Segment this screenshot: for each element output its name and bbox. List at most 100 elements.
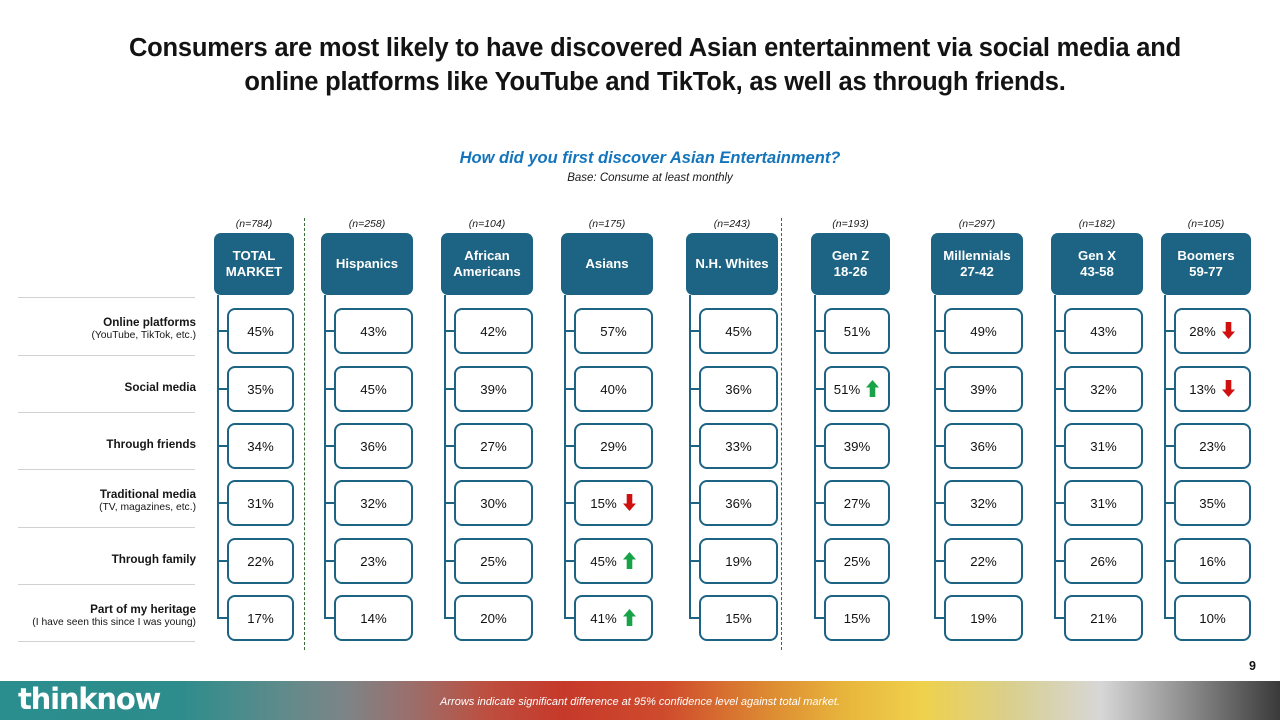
row-label-sub: (TV, magazines, etc.) [99,502,196,514]
data-cell[interactable]: 27% [824,480,890,526]
data-cell[interactable]: 45% [574,538,653,584]
column-header-4[interactable]: Asians [561,233,653,295]
connector-tick [217,560,227,563]
data-cell[interactable]: 42% [454,308,533,354]
connector-tick [934,388,944,391]
cell-value: 42% [480,323,507,339]
cell-value: 32% [1090,381,1117,397]
column-header-7[interactable]: Millennials 27-42 [931,233,1023,295]
column-sample-size: (n=193) [832,218,869,230]
cell-value: 26% [1090,553,1117,569]
data-cell[interactable]: 36% [944,423,1023,469]
data-cell[interactable]: 40% [574,366,653,412]
cell-value: 45% [360,381,387,397]
connector-tick [444,617,454,620]
data-cell[interactable]: 23% [334,538,413,584]
data-cell[interactable]: 43% [1064,308,1143,354]
data-cell[interactable]: 29% [574,423,653,469]
data-cell[interactable]: 33% [699,423,778,469]
data-cell[interactable]: 36% [699,366,778,412]
data-cell[interactable]: 51% [824,308,890,354]
column-header-3[interactable]: African Americans [441,233,533,295]
cell-value: 27% [843,495,871,511]
data-cell[interactable]: 19% [699,538,778,584]
cell-value: 20% [480,610,507,626]
data-cell[interactable]: 45% [334,366,413,412]
connector-tick [444,502,454,505]
cell-value: 51% [843,323,871,339]
data-cell[interactable]: 57% [574,308,653,354]
data-cell[interactable]: 39% [454,366,533,412]
connector-tick [217,445,227,448]
row-separator [18,641,195,642]
column-spine [814,295,817,618]
column-header-9[interactable]: Boomers 59-77 [1161,233,1251,295]
data-cell[interactable]: 23% [1174,423,1251,469]
cell-value: 19% [725,553,752,569]
data-cell[interactable]: 39% [824,423,890,469]
data-cell[interactable]: 10% [1174,595,1251,641]
data-cell[interactable]: 41% [574,595,653,641]
column-header-1[interactable]: TOTAL MARKET [214,233,294,295]
cell-value: 10% [1199,610,1226,626]
connector-tick [814,560,824,563]
row-separator [18,355,195,356]
data-cell[interactable]: 22% [227,538,294,584]
data-cell[interactable]: 21% [1064,595,1143,641]
column-sample-size: (n=297) [958,218,996,230]
column-sample-size: (n=175) [588,218,626,230]
data-cell[interactable]: 31% [1064,480,1143,526]
column-spine [564,295,567,618]
data-cell[interactable]: 15% [699,595,778,641]
data-cell[interactable]: 13% [1174,366,1251,412]
data-cell[interactable]: 49% [944,308,1023,354]
column-header-line2: Americans [453,264,521,279]
data-cell[interactable]: 45% [227,308,294,354]
column-header-8[interactable]: Gen X 43-58 [1051,233,1143,295]
data-cell[interactable]: 32% [1064,366,1143,412]
data-cell[interactable]: 43% [334,308,413,354]
data-cell[interactable]: 32% [944,480,1023,526]
data-cell[interactable]: 35% [1174,480,1251,526]
data-cell[interactable]: 27% [454,423,533,469]
connector-tick [564,617,574,620]
data-cell[interactable]: 51% [824,366,890,412]
data-cell[interactable]: 19% [944,595,1023,641]
connector-tick [689,502,699,505]
data-cell[interactable]: 30% [454,480,533,526]
data-cell[interactable]: 25% [454,538,533,584]
column-header-2[interactable]: Hispanics [321,233,413,295]
cell-value: 16% [1199,553,1226,569]
connector-tick [1164,388,1174,391]
connector-tick [689,445,699,448]
data-cell[interactable]: 16% [1174,538,1251,584]
data-cell[interactable]: 14% [334,595,413,641]
data-cell[interactable]: 25% [824,538,890,584]
data-cell[interactable]: 34% [227,423,294,469]
data-cell[interactable]: 15% [824,595,890,641]
data-cell[interactable]: 32% [334,480,413,526]
cell-value: 31% [1090,495,1117,511]
data-cell[interactable]: 26% [1064,538,1143,584]
data-cell[interactable]: 31% [227,480,294,526]
cell-value: 27% [480,438,507,454]
cell-value: 43% [360,323,387,339]
data-cell[interactable]: 17% [227,595,294,641]
row-label-main: Part of my heritage [90,603,196,616]
data-cell[interactable]: 15% [574,480,653,526]
data-cell[interactable]: 31% [1064,423,1143,469]
data-cell[interactable]: 20% [454,595,533,641]
up-arrow-icon [622,609,637,627]
column-sample-size: (n=258) [348,218,386,230]
data-cell[interactable]: 36% [699,480,778,526]
connector-tick [934,560,944,563]
data-cell[interactable]: 36% [334,423,413,469]
data-cell[interactable]: 28% [1174,308,1251,354]
column-header-6[interactable]: Gen Z 18-26 [811,233,890,295]
column-header-5[interactable]: N.H. Whites [686,233,778,295]
column-header-line1: Gen X [1077,247,1117,263]
data-cell[interactable]: 35% [227,366,294,412]
data-cell[interactable]: 45% [699,308,778,354]
data-cell[interactable]: 39% [944,366,1023,412]
data-cell[interactable]: 22% [944,538,1023,584]
